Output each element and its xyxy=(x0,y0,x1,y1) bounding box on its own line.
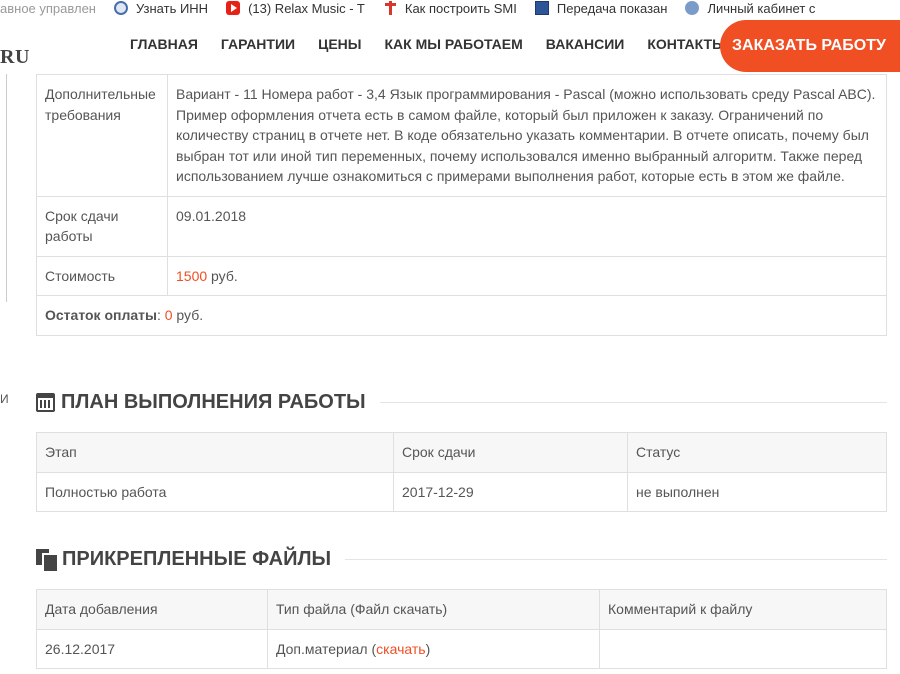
menu-item-home[interactable]: ГЛАВНАЯ xyxy=(130,36,198,52)
bookmark-item[interactable]: (13) Relax Music - T xyxy=(226,1,365,16)
column-header-status: Статус xyxy=(627,432,887,473)
table-row: Остаток оплаты: 0 руб. xyxy=(36,295,887,336)
divider xyxy=(379,401,887,403)
table-header-row: Этап Срок сдачи Статус xyxy=(36,432,887,473)
pin-icon xyxy=(383,1,397,15)
status-cell: не выполнен xyxy=(627,471,887,512)
table-row: Дополнительные требования Вариант - 11 Н… xyxy=(36,74,887,197)
bookmark-item[interactable]: авное управлен xyxy=(0,1,96,16)
column-header-file-type: Тип файла (Файл скачать) xyxy=(267,589,600,630)
divider xyxy=(345,558,887,560)
menu-item-contacts[interactable]: КОНТАКТЫ xyxy=(647,36,725,52)
main-menu: ГЛАВНАЯ ГАРАНТИИ ЦЕНЫ КАК МЫ РАБОТАЕМ ВА… xyxy=(130,36,749,52)
order-details-table: Дополнительные требования Вариант - 11 Н… xyxy=(36,74,887,336)
plan-section-heading: ПЛАН ВЫПОЛНЕНИЯ РАБОТЫ xyxy=(36,388,887,416)
file-type: Доп.материал xyxy=(276,640,368,657)
bookmark-item[interactable]: Как построить SMI xyxy=(383,1,517,16)
balance-value: 0 xyxy=(164,307,173,323)
sidebar-fragment: И xyxy=(0,392,9,406)
menu-item-how-we-work[interactable]: КАК МЫ РАБОТАЕМ xyxy=(384,36,522,52)
column-header-stage: Этап xyxy=(36,432,394,473)
deadline-value: 09.01.2018 xyxy=(167,195,887,257)
order-work-button[interactable]: ЗАКАЗАТЬ РАБОТУ xyxy=(720,20,900,72)
deadline-cell: 2017-12-29 xyxy=(393,471,628,512)
files-table: Дата добавления Тип файла (Файл скачать)… xyxy=(36,589,887,669)
bookmark-item[interactable]: Узнать ИНН xyxy=(114,1,208,16)
files-section-heading: ПРИКРЕПЛЕННЫЕ ФАЙЛЫ xyxy=(36,545,887,573)
price-unit: руб. xyxy=(211,267,238,284)
balance-label: Остаток оплаты xyxy=(45,307,157,323)
files-icon xyxy=(36,549,59,573)
table-row: 26.12.2017 Доп.материал (скачать) xyxy=(36,628,887,669)
price-cell: 1500 руб. xyxy=(167,255,887,296)
user-icon xyxy=(685,1,700,15)
files-title: ПРИКРЕПЛЕННЫЕ ФАЙЛЫ xyxy=(62,547,332,570)
emblem-icon xyxy=(114,1,128,15)
balance-cell: Остаток оплаты: 0 руб. xyxy=(36,295,887,336)
extra-requirements-value: Вариант - 11 Номера работ - 3,4 Язык про… xyxy=(167,74,887,197)
deadline-label: Срок сдачи работы xyxy=(36,195,168,257)
column-header-comment: Комментарий к файлу xyxy=(599,589,887,630)
price-value: 1500 xyxy=(176,267,208,284)
sidebar-border xyxy=(6,74,7,302)
column-header-deadline: Срок сдачи xyxy=(393,432,628,473)
plan-title: ПЛАН ВЫПОЛНЕНИЯ РАБОТЫ xyxy=(61,390,366,413)
table-row: Срок сдачи работы 09.01.2018 xyxy=(36,195,887,257)
price-label: Стоимость xyxy=(36,255,168,296)
download-link[interactable]: скачать xyxy=(376,641,425,657)
table-row: Полностью работа 2017-12-29 не выполнен xyxy=(36,471,887,512)
document-icon xyxy=(534,1,549,15)
bookmark-item[interactable]: Передача показан xyxy=(534,1,667,16)
site-logo[interactable]: RU xyxy=(0,46,30,69)
file-type-cell: Доп.материал (скачать) xyxy=(267,628,600,669)
menu-item-guarantees[interactable]: ГАРАНТИИ xyxy=(221,36,295,52)
menu-item-vacancies[interactable]: ВАКАНСИИ xyxy=(546,36,625,52)
menu-item-prices[interactable]: ЦЕНЫ xyxy=(318,36,361,52)
balance-colon: : xyxy=(156,307,161,323)
plan-table: Этап Срок сдачи Статус Полностью работа … xyxy=(36,432,887,512)
stage-cell: Полностью работа xyxy=(36,471,394,512)
calendar-icon xyxy=(36,392,55,412)
bookmarks-bar: авное управлен Узнать ИНН (13) Relax Mus… xyxy=(0,0,900,16)
column-header-date: Дата добавления xyxy=(36,589,268,630)
comment-cell xyxy=(599,628,887,669)
extra-requirements-label: Дополнительные требования xyxy=(36,74,168,197)
bookmark-item[interactable]: Личный кабинет с xyxy=(685,1,815,16)
date-cell: 26.12.2017 xyxy=(36,628,268,669)
site-header: RU ГЛАВНАЯ ГАРАНТИИ ЦЕНЫ КАК МЫ РАБОТАЕМ… xyxy=(0,16,900,74)
table-row: Стоимость 1500 руб. xyxy=(36,255,887,296)
table-header-row: Дата добавления Тип файла (Файл скачать)… xyxy=(36,589,887,630)
balance-unit: руб. xyxy=(176,307,204,323)
youtube-icon xyxy=(226,1,241,15)
